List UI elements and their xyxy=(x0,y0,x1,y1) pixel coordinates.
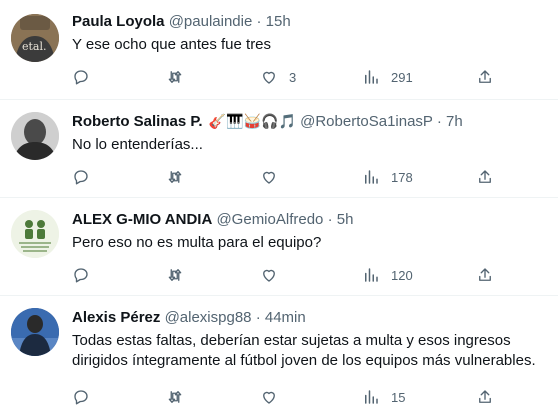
share-button[interactable] xyxy=(476,168,494,186)
author-name[interactable]: Roberto Salinas P. xyxy=(72,113,203,130)
separator-dot: · xyxy=(255,309,261,326)
views-button[interactable]: 178 xyxy=(362,168,413,186)
views-button[interactable]: 15 xyxy=(362,388,405,406)
retweet-button[interactable] xyxy=(166,168,195,186)
like-icon xyxy=(263,71,275,84)
action-bar: 15 xyxy=(72,388,498,408)
timestamp[interactable]: 15h xyxy=(266,13,291,30)
timestamp[interactable]: 7h xyxy=(446,113,463,130)
views-button[interactable]: 291 xyxy=(362,68,413,86)
like-button[interactable] xyxy=(260,388,289,406)
views-icon xyxy=(365,70,378,84)
tweet-text: No lo entenderías... xyxy=(72,136,203,153)
avatar[interactable]: etal. xyxy=(11,14,59,62)
avatar[interactable] xyxy=(11,210,59,258)
views-icon xyxy=(365,170,378,184)
share-button[interactable] xyxy=(476,388,494,406)
retweet-button[interactable] xyxy=(166,388,195,406)
tweet-header: Roberto Salinas P. 🎸🎹🥁🎧🎵 @RobertoSa1inas… xyxy=(72,112,548,132)
separator-dot: · xyxy=(436,113,442,130)
author-handle[interactable]: @RobertoSa1inasP xyxy=(300,113,433,130)
like-icon xyxy=(263,269,275,282)
reply-icon xyxy=(74,170,88,185)
author-emojis: 🎸🎹🥁🎧🎵 xyxy=(208,114,296,130)
retweet-icon xyxy=(168,71,182,83)
retweet-button[interactable] xyxy=(166,266,195,284)
reply-icon xyxy=(74,268,88,283)
like-button[interactable] xyxy=(260,168,289,186)
like-button[interactable] xyxy=(260,266,289,284)
tweet-text: Todas estas faltas, deberían estar sujet… xyxy=(72,332,536,369)
like-icon xyxy=(263,391,275,404)
tweet-text: Pero eso no es multa para el equipo? xyxy=(72,234,322,251)
share-icon xyxy=(479,170,491,183)
reply-icon xyxy=(74,70,88,85)
author-handle[interactable]: @alexispg88 xyxy=(165,309,252,326)
avatar[interactable] xyxy=(11,112,59,160)
like-icon xyxy=(263,171,275,184)
share-icon xyxy=(479,268,491,281)
tweet-header: Alexis Pérez @alexispg88 · 44min xyxy=(72,308,548,328)
tweet-header: Paula Loyola @paulaindie · 15h xyxy=(72,12,548,32)
reply-button[interactable] xyxy=(72,266,101,284)
views-count: 178 xyxy=(391,169,413,185)
views-count: 15 xyxy=(391,389,406,405)
tweet-header: ALEX G-MIO ANDIA @GemioAlfredo · 5h xyxy=(72,210,548,230)
tweet[interactable]: Alexis Pérez @alexispg88 · 44min Todas e… xyxy=(0,296,558,418)
share-button[interactable] xyxy=(476,68,494,86)
retweet-button[interactable] xyxy=(166,68,195,86)
reply-button[interactable] xyxy=(72,388,101,406)
tweet[interactable]: ALEX G-MIO ANDIA @GemioAlfredo · 5h Pero… xyxy=(0,198,558,296)
share-button[interactable] xyxy=(476,266,494,284)
reply-icon xyxy=(74,390,88,405)
share-icon xyxy=(479,70,491,83)
share-icon xyxy=(479,390,491,403)
views-count: 291 xyxy=(391,69,413,85)
retweet-icon xyxy=(168,171,182,183)
retweet-icon xyxy=(168,269,182,281)
views-count: 120 xyxy=(391,267,413,283)
author-handle[interactable]: @GemioAlfredo xyxy=(216,211,323,228)
like-button[interactable]: 3 xyxy=(260,68,296,86)
tweet[interactable]: etal. Paula Loyola @paulaindie · 15h Y e… xyxy=(0,0,558,100)
tweet-text: Y ese ocho que antes fue tres xyxy=(72,36,272,53)
views-icon xyxy=(365,390,378,404)
reply-button[interactable] xyxy=(72,68,101,86)
avatar-print-text: etal. xyxy=(22,40,47,53)
avatar[interactable] xyxy=(11,308,59,356)
views-button[interactable]: 120 xyxy=(362,266,413,284)
views-icon xyxy=(365,268,378,282)
reply-button[interactable] xyxy=(72,168,101,186)
action-bar: 120 xyxy=(72,266,498,286)
author-name[interactable]: Paula Loyola xyxy=(72,13,165,30)
separator-dot: · xyxy=(256,13,262,30)
timestamp[interactable]: 44min xyxy=(265,309,306,326)
author-handle[interactable]: @paulaindie xyxy=(169,13,253,30)
author-name[interactable]: ALEX G-MIO ANDIA xyxy=(72,211,212,228)
retweet-icon xyxy=(168,391,182,403)
timestamp[interactable]: 5h xyxy=(337,211,354,228)
author-name[interactable]: Alexis Pérez xyxy=(72,309,160,326)
tweet[interactable]: Roberto Salinas P. 🎸🎹🥁🎧🎵 @RobertoSa1inas… xyxy=(0,100,558,198)
like-count: 3 xyxy=(289,69,297,85)
action-bar: 178 xyxy=(72,168,498,188)
separator-dot: · xyxy=(327,211,333,228)
action-bar: 3 291 xyxy=(72,68,498,88)
